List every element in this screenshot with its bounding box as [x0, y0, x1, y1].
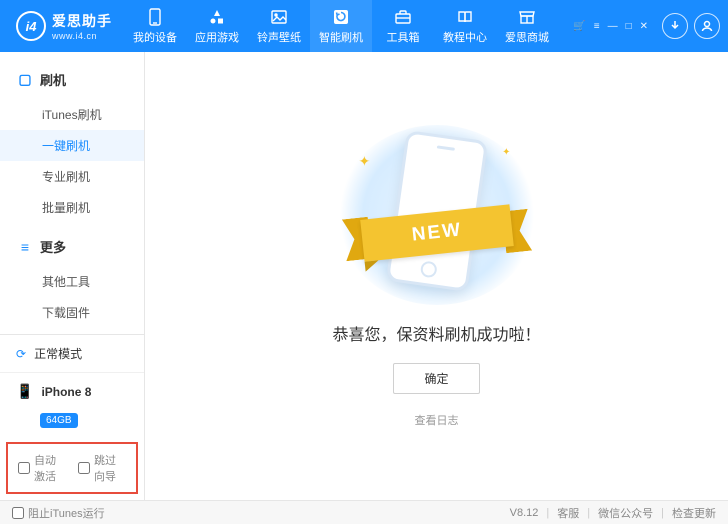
sidebar-section-more[interactable]: ≡ 更多	[0, 231, 144, 262]
skip-guide-input[interactable]	[78, 462, 90, 474]
user-button[interactable]	[694, 13, 720, 39]
logo-icon: i4	[16, 11, 46, 41]
skip-guide-checkbox[interactable]: 跳过向导	[78, 452, 126, 484]
sidebar-bottom: ⟳ 正常模式 📱 iPhone 8 64GB 自动激活 跳过向导	[0, 334, 144, 500]
phone-outline-icon: ▢	[18, 71, 32, 88]
brand-name: 爱思助手	[52, 11, 112, 31]
tab-apps[interactable]: 应用游戏	[186, 0, 248, 52]
support-link[interactable]: 客服	[557, 505, 579, 521]
image-icon	[270, 8, 288, 26]
shop-icon	[518, 8, 536, 26]
phone-small-icon: 📱	[16, 383, 33, 400]
brand-text: 爱思助手 www.i4.cn	[52, 11, 112, 41]
close-icon[interactable]: ✕	[640, 21, 648, 32]
sidebar-item-pro-flash[interactable]: 专业刷机	[0, 161, 144, 192]
new-ribbon: NEW	[362, 212, 512, 254]
auto-activate-checkbox[interactable]: 自动激活	[18, 452, 66, 484]
nav-tabs: 我的设备 应用游戏 铃声壁纸 智能刷机 工具箱 教程中心 爱思商城	[124, 0, 558, 52]
activation-options: 自动激活 跳过向导	[6, 442, 138, 494]
refresh-icon	[332, 8, 350, 26]
success-illustration: ✦ ✦ ✦ NEW	[337, 125, 537, 305]
success-message: 恭喜您，保资料刷机成功啦！	[332, 321, 540, 345]
device-row[interactable]: 📱 iPhone 8	[0, 373, 144, 410]
header-right: 🛒 ≡ — □ ✕	[573, 13, 720, 39]
apps-icon	[208, 8, 226, 26]
sidebar-item-download-firmware[interactable]: 下载固件	[0, 297, 144, 328]
tab-toolbox[interactable]: 工具箱	[372, 0, 434, 52]
status-bar: 阻止iTunes运行 V8.12 | 客服 | 微信公众号 | 检查更新	[0, 500, 728, 524]
window-controls: 🛒 ≡ — □ ✕	[573, 21, 648, 32]
book-icon	[456, 8, 474, 26]
block-itunes-checkbox[interactable]: 阻止iTunes运行	[12, 505, 105, 521]
more-icon: ≡	[18, 239, 32, 255]
sidebar-section-flash[interactable]: ▢ 刷机	[0, 64, 144, 95]
tab-ringtones[interactable]: 铃声壁纸	[248, 0, 310, 52]
sync-icon: ⟳	[16, 347, 26, 361]
wechat-link[interactable]: 微信公众号	[598, 505, 653, 521]
maximize-icon[interactable]: □	[626, 21, 632, 32]
tab-my-device[interactable]: 我的设备	[124, 0, 186, 52]
tab-tutorials[interactable]: 教程中心	[434, 0, 496, 52]
sidebar-item-oneclick-flash[interactable]: 一键刷机	[0, 130, 144, 161]
tab-smart-flash[interactable]: 智能刷机	[310, 0, 372, 52]
version-label: V8.12	[510, 507, 539, 519]
cart-icon[interactable]: 🛒	[573, 21, 585, 32]
download-button[interactable]	[662, 13, 688, 39]
device-mode-row[interactable]: ⟳ 正常模式	[0, 335, 144, 373]
check-update-link[interactable]: 检查更新	[672, 505, 716, 521]
brand-url: www.i4.cn	[52, 31, 112, 41]
main-content: ✦ ✦ ✦ NEW 恭喜您，保资料刷机成功啦！ 确定 查看日志	[145, 52, 728, 500]
sidebar: ▢ 刷机 iTunes刷机 一键刷机 专业刷机 批量刷机 ≡ 更多 其他工具 下…	[0, 52, 145, 500]
app-header: i4 爱思助手 www.i4.cn 我的设备 应用游戏 铃声壁纸 智能刷机 工具…	[0, 0, 728, 52]
block-itunes-input[interactable]	[12, 507, 24, 519]
storage-badge: 64GB	[40, 413, 78, 428]
sidebar-item-batch-flash[interactable]: 批量刷机	[0, 192, 144, 223]
sidebar-item-itunes-flash[interactable]: iTunes刷机	[0, 99, 144, 130]
auto-activate-input[interactable]	[18, 462, 30, 474]
tab-shop[interactable]: 爱思商城	[496, 0, 558, 52]
app-body: ▢ 刷机 iTunes刷机 一键刷机 专业刷机 批量刷机 ≡ 更多 其他工具 下…	[0, 52, 728, 500]
confirm-button[interactable]: 确定	[393, 363, 479, 394]
view-log-link[interactable]: 查看日志	[415, 412, 459, 428]
phone-icon	[146, 8, 164, 26]
brand-logo[interactable]: i4 爱思助手 www.i4.cn	[8, 0, 120, 52]
toolbox-icon	[394, 8, 412, 26]
menu-icon[interactable]: ≡	[594, 21, 600, 32]
minimize-icon[interactable]: —	[608, 21, 618, 32]
sidebar-item-other-tools[interactable]: 其他工具	[0, 266, 144, 297]
